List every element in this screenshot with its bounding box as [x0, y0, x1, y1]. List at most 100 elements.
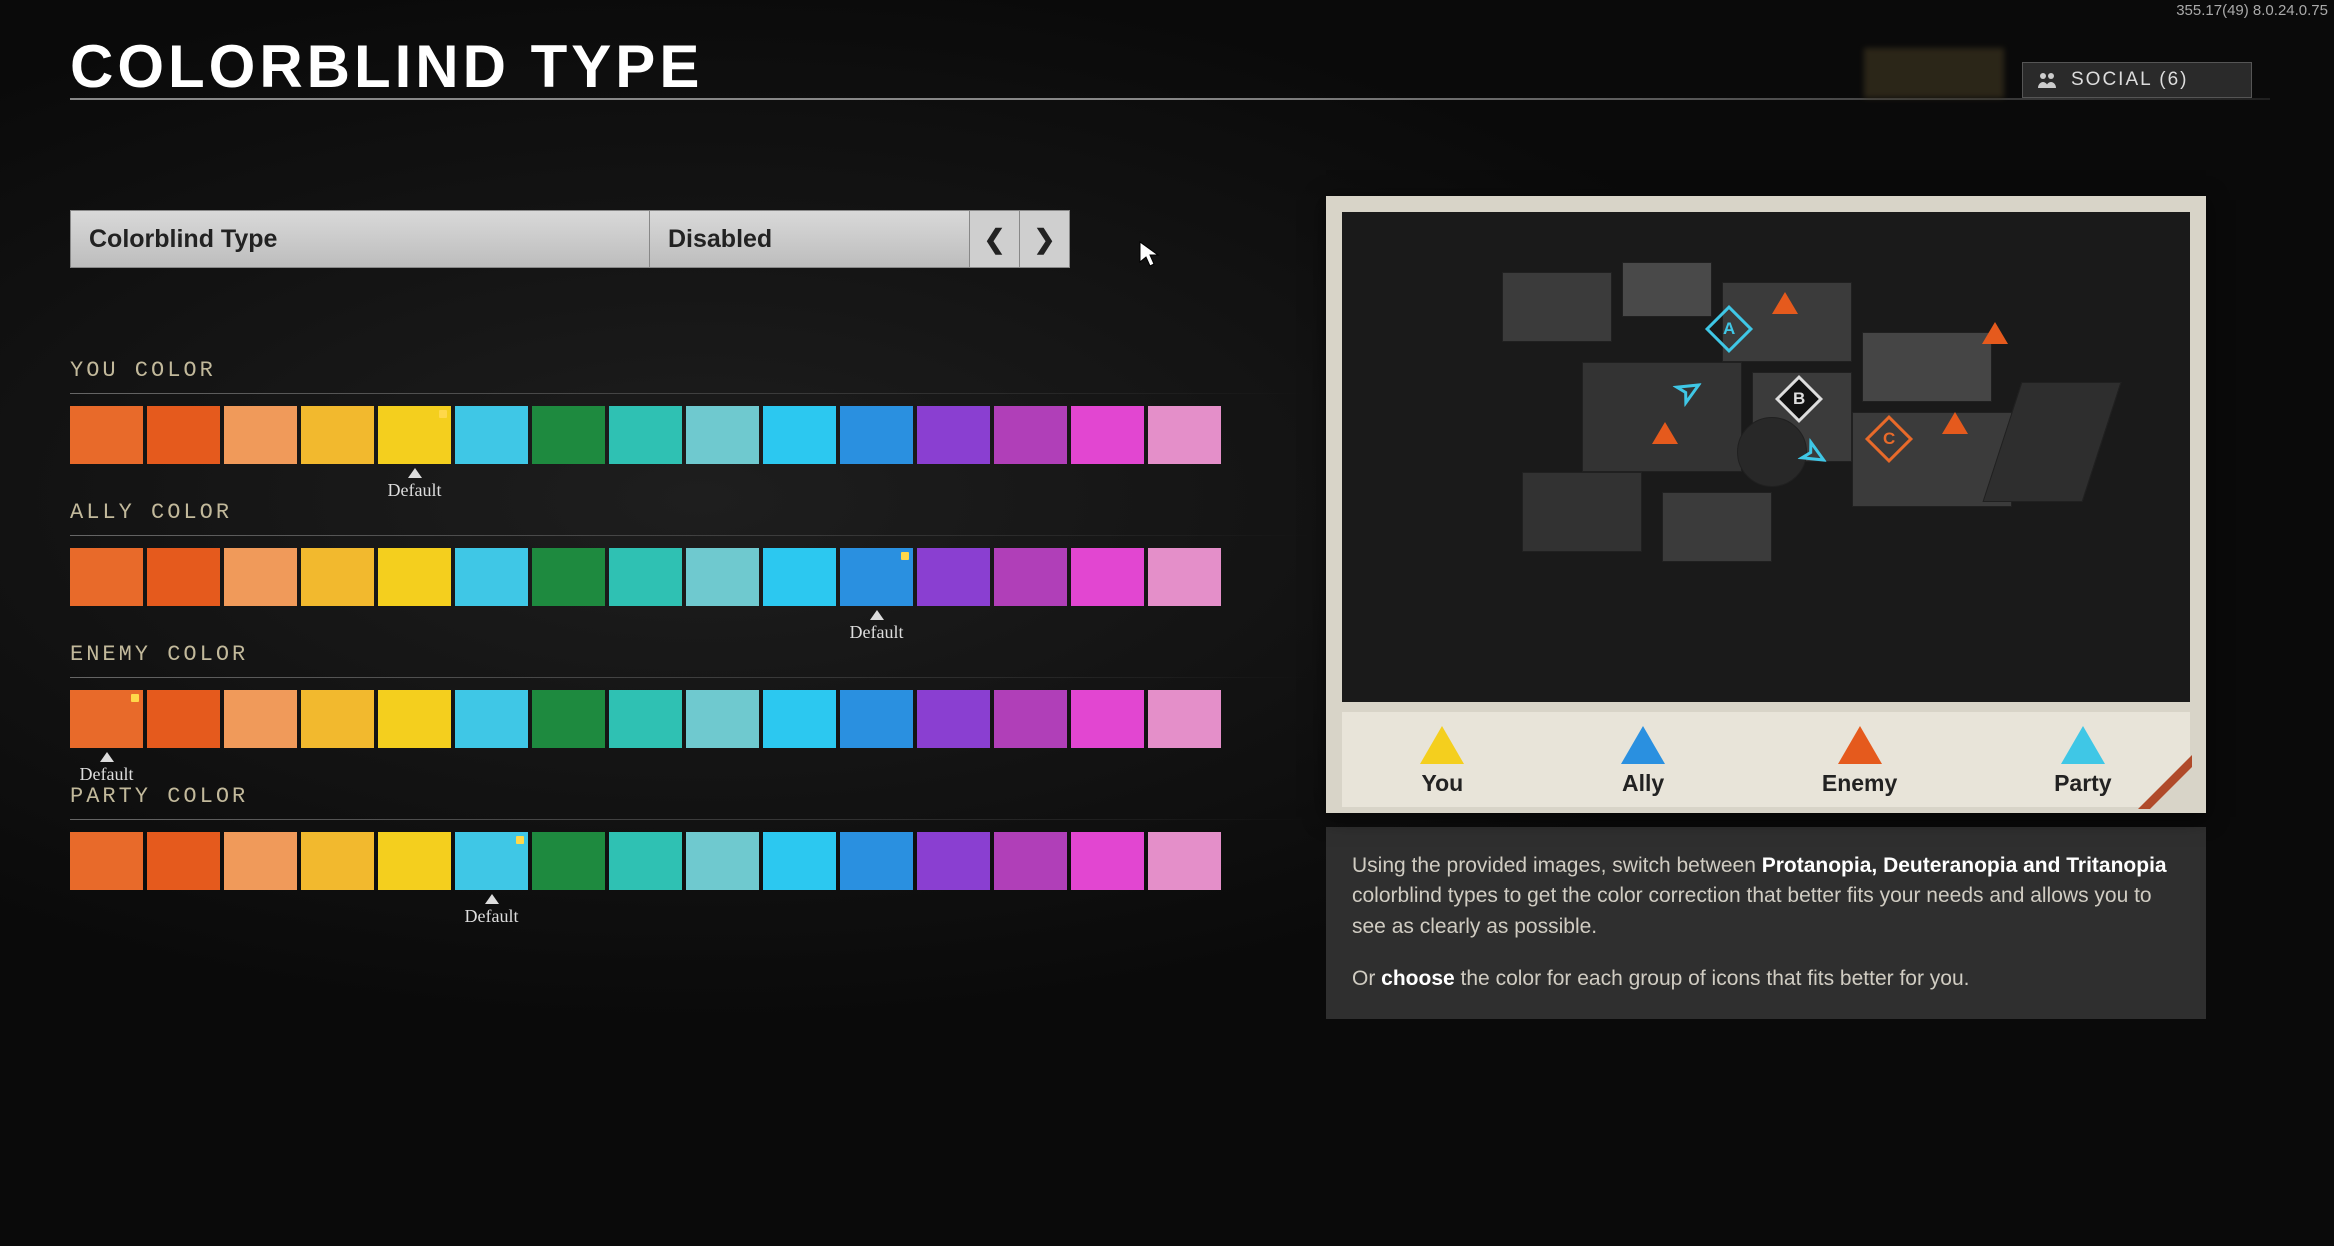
party-marker-icon [1677, 377, 1701, 401]
color-swatch[interactable] [1071, 690, 1144, 748]
default-marker: Default [840, 610, 913, 643]
party-marker-icon [1802, 442, 1826, 466]
preview-card: ABC YouAllyEnemyParty [1326, 196, 2206, 813]
color-swatch[interactable] [378, 406, 451, 464]
default-marker: Default [455, 894, 528, 927]
color-swatch[interactable] [532, 690, 605, 748]
legend-bar: YouAllyEnemyParty [1342, 712, 2190, 807]
swatch-row: Default [70, 832, 1310, 890]
legend-item-ally: Ally [1621, 726, 1665, 797]
legend-item-you: You [1420, 726, 1464, 797]
color-swatch[interactable] [1071, 832, 1144, 890]
color-swatch[interactable] [1148, 548, 1221, 606]
social-button[interactable]: SOCIAL (6) [2022, 62, 2252, 98]
triangle-icon [1838, 726, 1882, 764]
color-swatch[interactable] [1071, 406, 1144, 464]
default-marker: Default [378, 468, 451, 501]
color-swatch[interactable] [455, 548, 528, 606]
swatch-row: Default [70, 548, 1310, 606]
color-swatch[interactable] [301, 690, 374, 748]
color-swatch[interactable] [378, 690, 451, 748]
color-swatch[interactable] [147, 690, 220, 748]
color-swatch[interactable] [224, 690, 297, 748]
color-swatch[interactable] [917, 832, 990, 890]
color-swatch[interactable] [609, 690, 682, 748]
social-icon [2037, 71, 2057, 89]
swatch-row: Default [70, 690, 1310, 748]
enemy-marker-icon [1982, 322, 2008, 344]
cursor-icon [1138, 240, 1160, 268]
enemy-marker-icon [1772, 292, 1798, 314]
social-label: SOCIAL (6) [2071, 69, 2189, 91]
color-section-enemy: ENEMY COLOR Default [70, 642, 1310, 748]
color-swatch[interactable] [301, 406, 374, 464]
title-divider [70, 98, 2270, 100]
section-divider [70, 677, 1310, 678]
color-swatch[interactable] [763, 690, 836, 748]
enemy-marker-icon [1942, 412, 1968, 434]
color-swatch[interactable] [840, 548, 913, 606]
color-swatch[interactable] [70, 832, 143, 890]
player-card[interactable] [1864, 48, 2004, 98]
color-swatch[interactable] [1148, 690, 1221, 748]
color-swatch[interactable] [70, 406, 143, 464]
color-swatch[interactable] [70, 548, 143, 606]
color-swatch[interactable] [763, 548, 836, 606]
color-swatch[interactable] [994, 406, 1067, 464]
color-swatch[interactable] [686, 548, 759, 606]
color-swatch[interactable] [147, 832, 220, 890]
color-swatch[interactable] [147, 548, 220, 606]
enemy-marker-icon [1652, 422, 1678, 444]
color-swatch[interactable] [1148, 832, 1221, 890]
description-panel: Using the provided images, switch betwee… [1326, 827, 2206, 1019]
color-swatch[interactable] [224, 406, 297, 464]
color-swatch[interactable] [609, 548, 682, 606]
color-swatch[interactable] [532, 406, 605, 464]
color-swatch[interactable] [455, 832, 528, 890]
desc-bold: Protanopia, Deuteranopia and Tritanopia [1762, 854, 2167, 877]
section-label: PARTY COLOR [70, 784, 1310, 809]
chevron-left-icon: ❮ [984, 224, 1006, 255]
triangle-icon [2061, 726, 2105, 764]
color-swatch[interactable] [1071, 548, 1144, 606]
color-swatch[interactable] [686, 406, 759, 464]
color-swatch[interactable] [994, 690, 1067, 748]
color-swatch[interactable] [70, 690, 143, 748]
triangle-icon [1621, 726, 1665, 764]
color-swatch[interactable] [301, 548, 374, 606]
color-swatch[interactable] [455, 406, 528, 464]
color-swatch[interactable] [147, 406, 220, 464]
section-label: ENEMY COLOR [70, 642, 1310, 667]
color-swatch[interactable] [532, 832, 605, 890]
color-swatch[interactable] [763, 832, 836, 890]
color-swatch[interactable] [840, 832, 913, 890]
color-swatch[interactable] [917, 406, 990, 464]
color-swatch[interactable] [840, 406, 913, 464]
color-swatch[interactable] [917, 690, 990, 748]
colorblind-next-button[interactable]: ❯ [1020, 210, 1070, 268]
color-swatch[interactable] [609, 832, 682, 890]
color-swatch[interactable] [917, 548, 990, 606]
color-swatch[interactable] [455, 690, 528, 748]
desc-bold: choose [1381, 967, 1455, 990]
color-swatch[interactable] [994, 548, 1067, 606]
colorblind-prev-button[interactable]: ❮ [970, 210, 1020, 268]
section-label: YOU COLOR [70, 358, 1310, 383]
color-swatch[interactable] [763, 406, 836, 464]
color-swatch[interactable] [532, 548, 605, 606]
color-swatch[interactable] [1148, 406, 1221, 464]
color-swatch[interactable] [378, 832, 451, 890]
color-swatch[interactable] [378, 548, 451, 606]
color-swatch[interactable] [301, 832, 374, 890]
swatch-row: Default [70, 406, 1310, 464]
colorblind-type-value[interactable]: Disabled [650, 210, 970, 268]
section-divider [70, 535, 1310, 536]
color-swatch[interactable] [609, 406, 682, 464]
color-swatch[interactable] [224, 548, 297, 606]
color-swatch[interactable] [686, 690, 759, 748]
colorblind-type-label: Colorblind Type [70, 210, 650, 268]
color-swatch[interactable] [840, 690, 913, 748]
color-swatch[interactable] [994, 832, 1067, 890]
color-swatch[interactable] [686, 832, 759, 890]
color-swatch[interactable] [224, 832, 297, 890]
